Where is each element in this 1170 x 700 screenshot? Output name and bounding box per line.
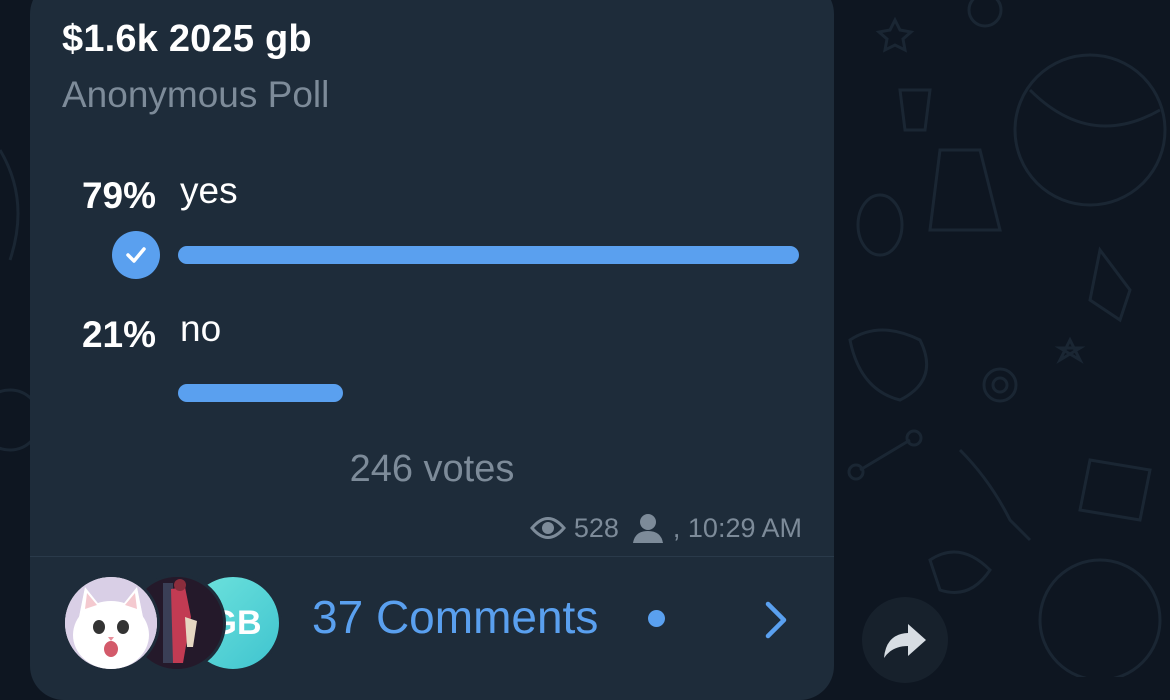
selected-option-check [112, 231, 160, 279]
poll-type-label: Anonymous Poll [62, 74, 330, 115]
option-yes-bar[interactable] [178, 246, 799, 264]
poll-question: $1.6k 2025 gb [62, 18, 312, 60]
option-yes-label: yes [180, 170, 238, 211]
comments-divider [30, 556, 834, 557]
person-icon [632, 514, 663, 543]
eye-icon [529, 517, 566, 539]
commenter-avatar-cat[interactable] [62, 574, 160, 672]
option-no-bar[interactable] [178, 384, 343, 402]
share-button[interactable] [862, 597, 948, 683]
total-votes: 246 votes [349, 448, 515, 490]
view-count: 528 [573, 512, 619, 543]
message-time: , 10:29 AM [672, 512, 802, 543]
check-icon [126, 247, 146, 263]
avatar-image [65, 577, 157, 669]
option-no-percent: 21% [81, 314, 156, 355]
unread-indicator [648, 610, 665, 627]
option-yes-percent: 79% [81, 175, 156, 216]
comments-link[interactable]: 37 Comments [312, 590, 598, 644]
chevron-right-icon[interactable] [760, 600, 790, 640]
share-arrow-icon [884, 624, 926, 658]
option-no-label: no [180, 308, 222, 349]
message-meta: 528 , 10:29 AM [529, 510, 802, 546]
